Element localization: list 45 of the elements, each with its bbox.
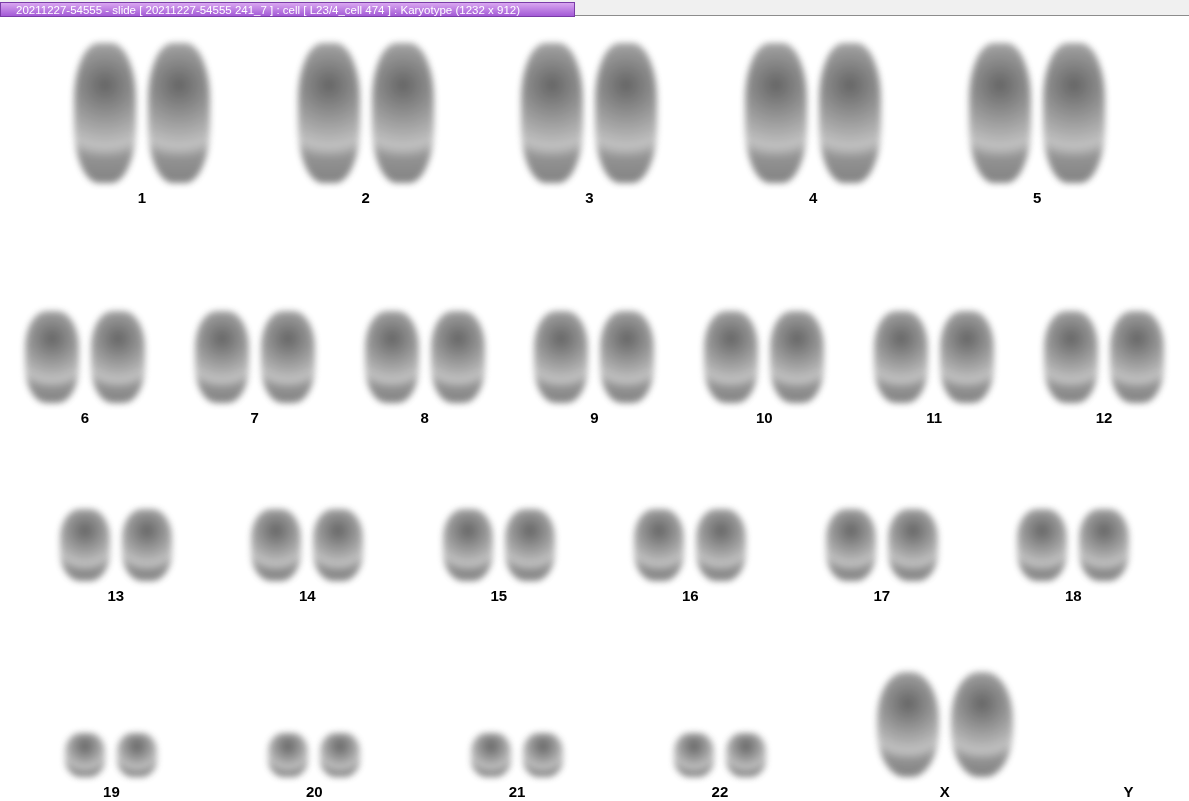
chromosome-label: 1 <box>137 189 147 206</box>
chromosome-image <box>523 733 564 777</box>
chromosome-label: 10 <box>755 409 773 426</box>
chromosome-label: 19 <box>103 783 120 800</box>
chromosome-label: 5 <box>1032 189 1042 206</box>
chromosome-label: 18 <box>1064 587 1082 604</box>
chromosome-image <box>1079 509 1130 581</box>
chromosome-image <box>887 509 938 581</box>
chromosome-image <box>268 733 309 777</box>
chromosome-image <box>825 509 876 581</box>
chromosome-image <box>725 733 766 777</box>
chromosome-label: 13 <box>107 587 125 604</box>
chromosome-label: 21 <box>508 783 526 800</box>
chromosome-label: Y <box>1123 783 1134 800</box>
chromosome-image <box>634 509 685 581</box>
chromosome-label: 16 <box>681 587 699 604</box>
chromosome-label: X <box>939 783 950 800</box>
chromosome-label: 11 <box>926 409 943 426</box>
chromosome-image <box>313 509 364 581</box>
chromosome-image <box>117 733 158 777</box>
chromosome-label: 2 <box>361 189 370 206</box>
chromosome-image <box>320 733 361 777</box>
chromosome-image <box>696 509 747 581</box>
chromosome-image <box>121 509 172 581</box>
chromosome-image <box>251 509 302 581</box>
chromosome-label: 4 <box>809 189 818 206</box>
window-title: 20211227-54555 - slide [ 20211227-54555 241_7 ] : cell [ L23/4_cell 474 ] : Karyotype (1232 x 912) <box>0 2 575 17</box>
chromosome-image <box>504 509 555 581</box>
chromosome-label: 7 <box>250 409 259 426</box>
chromosome-label: 15 <box>490 587 508 604</box>
chromosome-image <box>673 733 714 777</box>
chromosome-label: 8 <box>420 409 429 426</box>
chromosome-image <box>1017 509 1068 581</box>
chromosome-image <box>442 509 493 581</box>
chromosome-label: 22 <box>711 783 729 800</box>
chromosome-image <box>471 733 512 777</box>
chromosome-label: 12 <box>1095 409 1113 426</box>
chromosome-image <box>59 509 110 581</box>
chromosome-image <box>65 733 106 777</box>
chromosome-label: 20 <box>305 783 323 800</box>
chromosome-label: 17 <box>873 587 891 604</box>
chromosome-label: 6 <box>80 409 90 426</box>
chromosome-label: 9 <box>590 409 599 426</box>
chromosome-label: 3 <box>585 189 594 206</box>
chromosome-label: 14 <box>298 587 316 604</box>
